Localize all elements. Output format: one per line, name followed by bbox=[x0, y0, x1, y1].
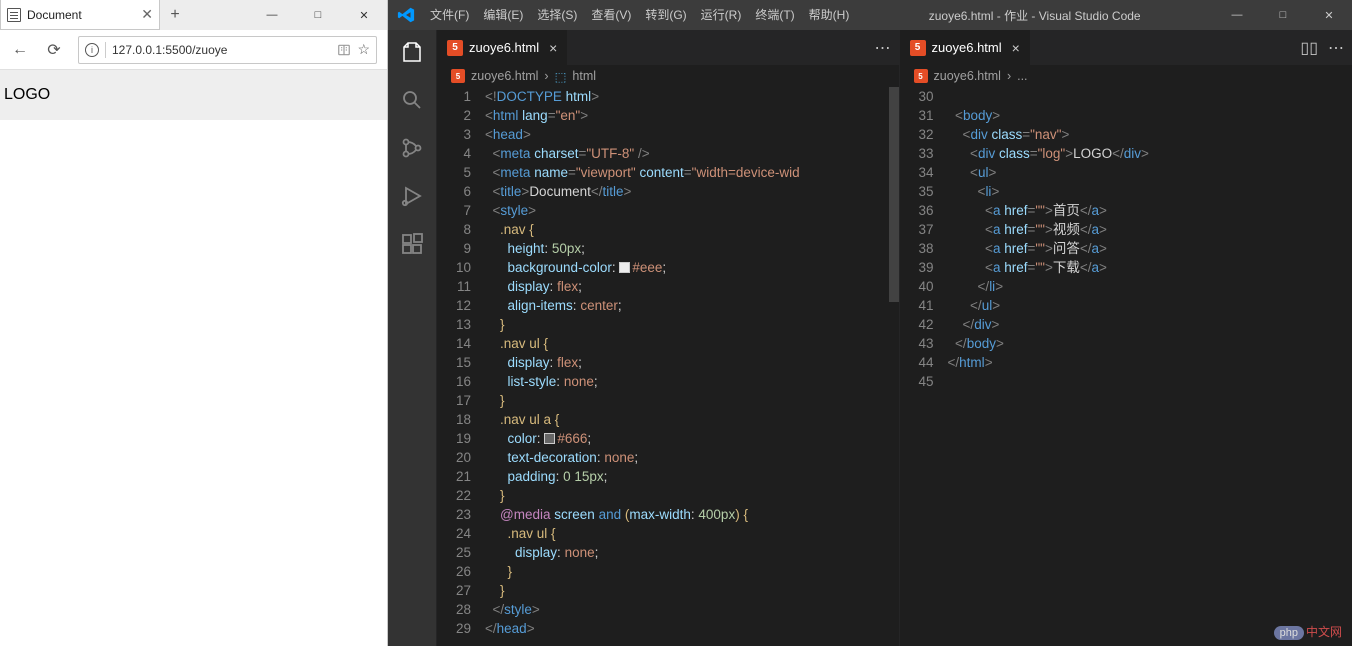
editor-tab[interactable]: 5 zuoye6.html × bbox=[437, 30, 567, 65]
html-file-icon: 5 bbox=[914, 69, 928, 83]
page-logo: LOGO bbox=[4, 86, 50, 104]
document-icon bbox=[7, 8, 21, 22]
menu-item[interactable]: 运行(R) bbox=[695, 0, 748, 30]
maximize-button[interactable]: □ bbox=[1260, 9, 1306, 22]
close-tab-icon[interactable]: ✕ bbox=[141, 6, 153, 23]
editor-group-2: 5 zuoye6.html × ▯▯ ⋯ 5 zuoye6.html › ... bbox=[899, 30, 1352, 646]
address-bar[interactable]: i 127.0.0.1:5500/zuoye ☆ bbox=[78, 36, 377, 64]
minimize-button[interactable]: — bbox=[1214, 9, 1260, 22]
menu-item[interactable]: 文件(F) bbox=[424, 0, 475, 30]
vscode-window: 文件(F)编辑(E)选择(S)查看(V)转到(G)运行(R)终端(T)帮助(H)… bbox=[388, 0, 1352, 646]
refresh-button[interactable]: ⟳ bbox=[44, 40, 64, 60]
editor-group-1: 5 zuoye6.html × ⋯ 5 zuoye6.html › ⬚ html bbox=[436, 30, 899, 646]
breadcrumb[interactable]: 5 zuoye6.html › ... bbox=[900, 65, 1352, 87]
chevron-right-icon: › bbox=[544, 69, 548, 83]
url-text: 127.0.0.1:5500/zuoye bbox=[112, 43, 227, 57]
editor-tab-bar: 5 zuoye6.html × ⋯ bbox=[437, 30, 899, 65]
browser-tab-title: Document bbox=[27, 8, 82, 22]
close-tab-icon[interactable]: × bbox=[549, 40, 557, 56]
browser-tab[interactable]: Document ✕ bbox=[0, 0, 160, 30]
page-nav: LOGO bbox=[0, 70, 387, 120]
menu-item[interactable]: 帮助(H) bbox=[803, 0, 856, 30]
watermark-cn: 中文网 bbox=[1306, 625, 1342, 639]
browser-window: Document ✕ + — □ ✕ ← ⟳ i 127.0.0.1:5500/… bbox=[0, 0, 388, 646]
watermark: php中文网 bbox=[1274, 623, 1342, 640]
vscode-title-bar: 文件(F)编辑(E)选择(S)查看(V)转到(G)运行(R)终端(T)帮助(H)… bbox=[388, 0, 1352, 30]
html-file-icon: 5 bbox=[451, 69, 465, 83]
browser-tab-bar: Document ✕ + — □ ✕ bbox=[0, 0, 387, 30]
close-window-button[interactable]: ✕ bbox=[1306, 9, 1352, 22]
editor-tab-bar: 5 zuoye6.html × ▯▯ ⋯ bbox=[900, 30, 1352, 65]
site-info-icon[interactable]: i bbox=[85, 43, 99, 57]
breadcrumb-symbol: html bbox=[572, 69, 596, 83]
vscode-window-controls: — □ ✕ bbox=[1214, 9, 1352, 22]
reading-view-icon[interactable] bbox=[337, 43, 351, 57]
extensions-icon[interactable] bbox=[398, 230, 426, 258]
close-tab-icon[interactable]: × bbox=[1012, 40, 1020, 56]
vscode-logo-icon bbox=[388, 6, 424, 24]
minimize-button[interactable]: — bbox=[249, 0, 295, 30]
search-icon[interactable] bbox=[398, 86, 426, 114]
close-window-button[interactable]: ✕ bbox=[341, 0, 387, 30]
symbol-icon: ⬚ bbox=[555, 69, 567, 84]
new-tab-button[interactable]: + bbox=[160, 0, 190, 30]
activity-bar bbox=[388, 30, 436, 646]
more-actions-icon[interactable]: ⋯ bbox=[875, 38, 891, 58]
tab-label: zuoye6.html bbox=[932, 40, 1002, 55]
vscode-menu-bar: 文件(F)编辑(E)选择(S)查看(V)转到(G)运行(R)终端(T)帮助(H) bbox=[424, 0, 855, 30]
run-debug-icon[interactable] bbox=[398, 182, 426, 210]
vscode-window-title: zuoye6.html - 作业 - Visual Studio Code bbox=[855, 7, 1214, 24]
browser-toolbar: ← ⟳ i 127.0.0.1:5500/zuoye ☆ bbox=[0, 30, 387, 70]
breadcrumb-more: ... bbox=[1017, 69, 1027, 83]
menu-item[interactable]: 终端(T) bbox=[749, 0, 800, 30]
chevron-right-icon: › bbox=[1007, 69, 1011, 83]
split-editor-icon[interactable]: ▯▯ bbox=[1300, 38, 1318, 58]
explorer-icon[interactable] bbox=[398, 38, 426, 66]
maximize-button[interactable]: □ bbox=[295, 0, 341, 30]
html-file-icon: 5 bbox=[447, 40, 463, 56]
menu-item[interactable]: 选择(S) bbox=[531, 0, 583, 30]
html-file-icon: 5 bbox=[910, 40, 926, 56]
more-actions-icon[interactable]: ⋯ bbox=[1328, 38, 1344, 58]
tab-label: zuoye6.html bbox=[469, 40, 539, 55]
menu-item[interactable]: 查看(V) bbox=[585, 0, 637, 30]
source-control-icon[interactable] bbox=[398, 134, 426, 162]
breadcrumb-file: zuoye6.html bbox=[934, 69, 1001, 83]
code-editor[interactable]: 30313233343536373839404142434445 <body> … bbox=[900, 87, 1352, 646]
browser-viewport: LOGO bbox=[0, 70, 387, 646]
back-button[interactable]: ← bbox=[10, 41, 30, 59]
editor-tab[interactable]: 5 zuoye6.html × bbox=[900, 30, 1030, 65]
code-editor[interactable]: 1234567891011121314151617181920212223242… bbox=[437, 87, 899, 646]
watermark-php: php bbox=[1274, 626, 1304, 640]
favorite-icon[interactable]: ☆ bbox=[357, 41, 370, 58]
browser-window-controls: — □ ✕ bbox=[249, 0, 387, 30]
breadcrumb-file: zuoye6.html bbox=[471, 69, 538, 83]
breadcrumb[interactable]: 5 zuoye6.html › ⬚ html bbox=[437, 65, 899, 87]
menu-item[interactable]: 编辑(E) bbox=[477, 0, 529, 30]
menu-item[interactable]: 转到(G) bbox=[639, 0, 692, 30]
